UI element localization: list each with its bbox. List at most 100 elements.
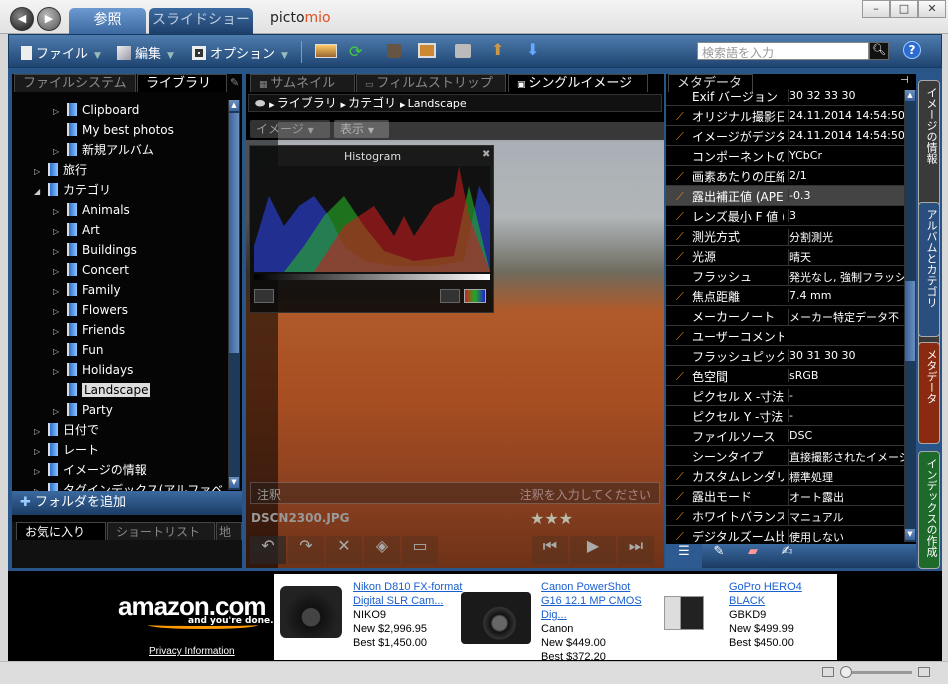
expand-arrow-icon[interactable]: ▷ (53, 263, 67, 281)
star-icon[interactable]: ★ (559, 509, 573, 528)
file-menu[interactable]: ファイル ▼ (21, 43, 101, 62)
metadata-value[interactable]: - (788, 409, 904, 422)
tree-item[interactable]: ▷ 旅行 (34, 161, 87, 179)
minimize-button[interactable]: – (862, 0, 890, 18)
expand-arrow-icon[interactable]: ▷ (34, 483, 48, 491)
tree-item[interactable]: Landscape (53, 381, 151, 399)
zoom-full-icon[interactable] (918, 667, 930, 677)
expand-arrow-icon[interactable]: ▷ (53, 243, 67, 261)
expand-arrow-icon[interactable]: ▷ (53, 303, 67, 321)
tab-slideshow[interactable]: スライドショー (149, 8, 253, 34)
expand-arrow-icon[interactable]: ▷ (53, 323, 67, 341)
metadata-row[interactable]: ⟋ オリジナル撮影日 24.11.2014 14:54:50 (666, 106, 904, 126)
metadata-value[interactable]: sRGB (788, 369, 904, 382)
options-menu[interactable]: オプション ▼ (192, 43, 288, 62)
metadata-value[interactable]: 直接撮影されたイメージ (788, 449, 904, 465)
breadcrumb-item[interactable]: ライブラリ (277, 96, 337, 110)
add-folder-button[interactable]: ✚ フォルダを追加 (12, 491, 242, 515)
expand-arrow-icon[interactable]: ▷ (34, 443, 48, 461)
metadata-value[interactable]: 7.4 mm (788, 289, 904, 302)
tab-shortlist[interactable]: ショートリスト (107, 522, 215, 540)
metadata-row[interactable]: コンポーネントの YCbCr (666, 146, 904, 166)
tab-filesystem[interactable]: ファイルシステム (14, 74, 136, 92)
side-tab[interactable]: アルバムとカテゴリ (918, 202, 940, 337)
previous-icon[interactable]: ⏮ (532, 536, 568, 564)
expand-arrow-icon[interactable]: ▷ (34, 463, 48, 481)
metadata-value[interactable]: 2/1 (788, 169, 904, 182)
scroll-down-button[interactable]: ▼ (905, 529, 915, 540)
expand-arrow-icon[interactable]: ▷ (53, 363, 67, 381)
star-icon[interactable]: ★ (544, 509, 558, 528)
metadata-value[interactable]: 晴天 (788, 249, 904, 265)
expand-arrow-icon[interactable]: ▷ (53, 283, 67, 301)
eraser-icon[interactable]: ▰ (736, 544, 770, 568)
expand-arrow-icon[interactable]: ▷ (34, 423, 48, 441)
tree-item[interactable]: ▷ タグインデックス(アルファベ (34, 481, 223, 491)
luminance-button[interactable] (254, 289, 274, 303)
metadata-row[interactable]: ⟋ 焦点距離 7.4 mm (666, 286, 904, 306)
zoom-slider-handle[interactable] (840, 666, 852, 678)
side-tab[interactable]: インデックスの作成 (918, 451, 940, 569)
tab-browse[interactable]: 参照 (69, 8, 146, 34)
tree-item[interactable]: ▷ Clipboard (53, 101, 139, 119)
metadata-row[interactable]: ファイルソース DSC (666, 426, 904, 446)
scroll-up-button[interactable]: ▲ (229, 100, 239, 111)
pin-icon[interactable]: ⊣ (900, 75, 909, 86)
tree-item[interactable]: ▷ Fun (53, 341, 103, 359)
metadata-value[interactable]: マニュアル (788, 509, 904, 525)
import-icon[interactable] (315, 44, 337, 58)
search-input[interactable]: 検索語を入力 (697, 42, 869, 60)
camera-image[interactable] (461, 592, 531, 644)
metadata-row[interactable]: ⟋ ユーザーコメント (666, 326, 904, 346)
metadata-value[interactable]: 30 31 30 30 (788, 349, 904, 362)
star-icon[interactable]: ★ (530, 509, 544, 528)
camera-image[interactable] (664, 596, 704, 630)
metadata-value[interactable]: DSC (788, 429, 904, 442)
breadcrumb-item[interactable]: Landscape (408, 97, 467, 110)
metadata-row[interactable]: Exif バージョン 30 32 33 30 (666, 86, 904, 106)
tree-item[interactable]: ▷ Flowers (53, 301, 128, 319)
expand-arrow-icon[interactable]: ▷ (53, 203, 67, 221)
metadata-row[interactable]: メーカーノート メーカー特定データ不 (666, 306, 904, 326)
scroll-up-button[interactable]: ▲ (905, 90, 915, 101)
metadata-row[interactable]: シーンタイプ 直接撮影されたイメージ (666, 446, 904, 466)
metadata-row[interactable]: ⟋ カスタムレンダリング標準処理 (666, 466, 904, 486)
metadata-value[interactable]: メーカー特定データ不 (788, 309, 904, 325)
next-icon[interactable]: ⏭ (618, 536, 654, 564)
breadcrumb-item[interactable]: カテゴリ (348, 96, 396, 110)
expand-arrow-icon[interactable]: ▷ (53, 403, 67, 421)
metadata-row[interactable]: フラッシュピックス 30 31 30 30 (666, 346, 904, 366)
metadata-value[interactable]: オート露出 (788, 489, 904, 505)
tree-item[interactable]: ▷ イメージの情報 (34, 461, 147, 479)
metadata-value[interactable]: 標準処理 (788, 469, 904, 485)
product-link[interactable]: Dig... (541, 608, 642, 622)
edit-note-icon[interactable]: ✍ (770, 544, 804, 568)
metadata-row[interactable]: ⟋ レンズ最小 F 値 (3 (666, 206, 904, 226)
tree-item[interactable]: ▷ Concert (53, 261, 129, 279)
expand-arrow-icon[interactable]: ▷ (53, 223, 67, 241)
metadata-value[interactable]: -0.3 (788, 189, 904, 202)
rotate-left-icon[interactable]: ↶ (250, 536, 286, 564)
tree-scrollbar[interactable]: ▲ ▼ (228, 100, 240, 490)
sync-icon[interactable]: ⟳ (349, 42, 362, 61)
metadata-row[interactable]: ⟋ ホワイトバランス マニュアル (666, 506, 904, 526)
tree-item[interactable]: ▷ Buildings (53, 241, 137, 259)
square-icon[interactable] (387, 44, 401, 58)
tree-item[interactable]: ◢ カテゴリ (34, 181, 111, 199)
expand-arrow-icon[interactable]: ▷ (53, 103, 67, 121)
close-button[interactable]: ✕ (918, 0, 946, 18)
scroll-down-button[interactable]: ▼ (229, 477, 239, 488)
tree-item[interactable]: ▷ Animals (53, 201, 130, 219)
histogram-icon[interactable]: ▭ (402, 536, 438, 564)
metadata-row[interactable]: ⟋ 露出補正値 (APEX -0.3 (666, 186, 904, 206)
product-link[interactable]: GoPro HERO4 BLACK (729, 580, 837, 608)
help-button[interactable]: ? (903, 41, 921, 59)
metadata-row[interactable]: ⟋ 色空間 sRGB (666, 366, 904, 386)
metadata-row[interactable]: ⟋ 画素あたりの圧縮 2/1 (666, 166, 904, 186)
metadata-row[interactable]: ⟋ 光源 晴天 (666, 246, 904, 266)
annotation-input[interactable]: 注釈 注釈を入力してください (250, 482, 660, 504)
metadata-value[interactable]: 発光なし, 強制フラッシュ (788, 269, 904, 285)
product-link[interactable]: Nikon D810 FX-format (353, 580, 462, 594)
edit-menu[interactable]: 編集 ▼ (117, 43, 174, 62)
tree-item[interactable]: ▷ Friends (53, 321, 125, 339)
